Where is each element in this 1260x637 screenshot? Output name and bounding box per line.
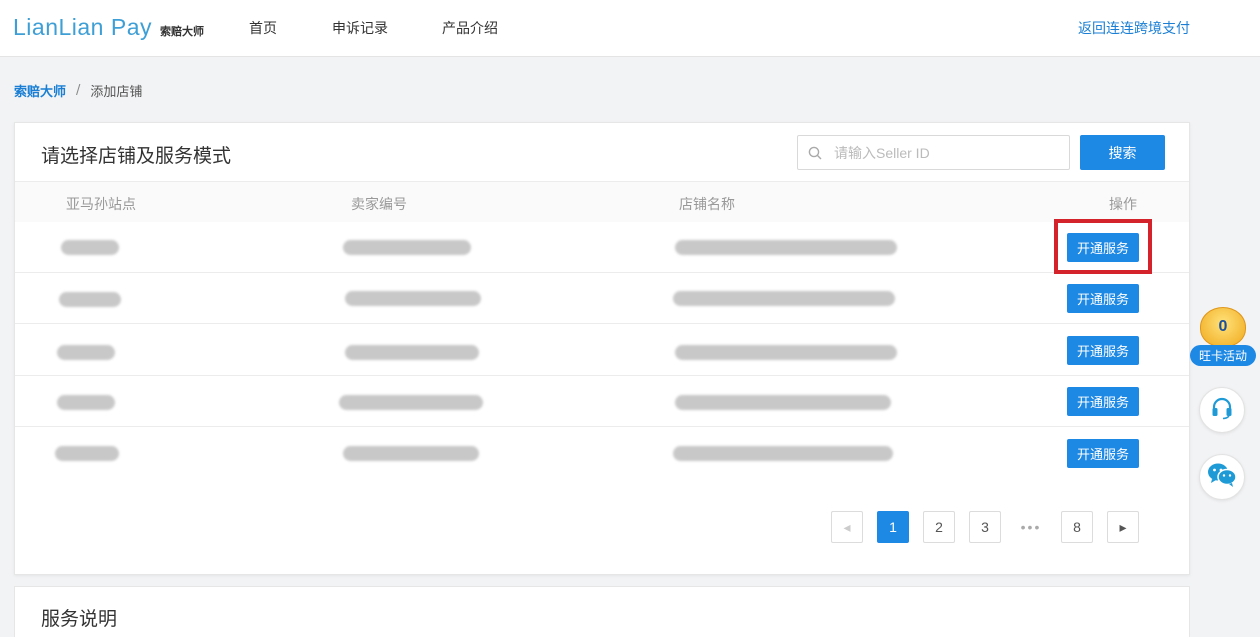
top-bar: LianLian Pay 索赔大师 首页 申诉记录 产品介绍 返回连连跨境支付 (0, 0, 1260, 57)
table-header: 亚马孙站点 卖家编号 店铺名称 操作 (15, 181, 1189, 222)
table-row: 开通服务 (15, 376, 1189, 427)
redacted-store-name (673, 291, 895, 306)
promo-label[interactable]: 旺卡活动 (1190, 345, 1256, 366)
headset-icon (1210, 396, 1234, 424)
open-service-button[interactable]: 开通服务 (1067, 284, 1139, 313)
nav-appeal-records[interactable]: 申诉记录 (332, 18, 388, 38)
table-row: 开通服务 (15, 325, 1189, 376)
breadcrumb-root[interactable]: 索赔大师 (14, 81, 66, 100)
service-description-panel: 服务说明 (14, 586, 1190, 637)
column-header-site: 亚马孙站点 (66, 197, 136, 213)
open-service-button[interactable]: 开通服务 (1067, 233, 1139, 262)
redacted-store-name (675, 240, 897, 255)
redacted-seller-id (343, 240, 471, 255)
pagination-page-last[interactable]: 8 (1061, 511, 1093, 543)
service-description-title: 服务说明 (41, 608, 118, 630)
promo-badge-text: 0 (1218, 318, 1228, 335)
breadcrumb-separator: / (76, 83, 81, 98)
column-header-seller-id: 卖家编号 (351, 197, 407, 213)
breadcrumb: 索赔大师 / 添加店铺 (14, 81, 142, 100)
search-button[interactable]: 搜索 (1080, 135, 1165, 170)
nav-product-intro[interactable]: 产品介绍 (442, 18, 498, 38)
breadcrumb-current: 添加店铺 (90, 85, 143, 100)
search-box[interactable] (797, 135, 1070, 170)
panel-title: 请选择店铺及服务模式 (41, 145, 232, 167)
open-service-button[interactable]: 开通服务 (1067, 439, 1139, 468)
redacted-site (59, 292, 121, 307)
logo-text: LianLian Pay (13, 14, 152, 40)
table-row: 开通服务 (15, 222, 1189, 273)
redacted-seller-id (345, 345, 479, 360)
customer-support-button[interactable] (1199, 387, 1245, 433)
search-icon (808, 146, 822, 160)
pagination-page-1[interactable]: 1 (877, 511, 909, 543)
return-link[interactable]: 返回连连跨境支付 (1078, 18, 1190, 38)
promo-widget[interactable]: 0 旺卡活动 (1188, 305, 1258, 367)
redacted-site (55, 446, 119, 461)
wechat-icon (1207, 462, 1237, 492)
redacted-seller-id (343, 446, 479, 461)
logo-subtitle: 索赔大师 (160, 25, 204, 38)
column-header-action: 操作 (1109, 197, 1137, 213)
table-row: 开通服务 (15, 273, 1189, 324)
redacted-site (57, 395, 115, 410)
pagination-next[interactable]: ▸ (1107, 511, 1139, 543)
nav-home[interactable]: 首页 (249, 18, 277, 38)
redacted-store-name (675, 395, 891, 410)
promo-badge-icon: 0 (1200, 307, 1246, 347)
redacted-site (61, 240, 119, 255)
wechat-button[interactable] (1199, 454, 1245, 500)
store-selection-panel: 请选择店铺及服务模式 搜索 亚马孙站点 卖家编号 店铺名称 操作 开通服务 开通… (14, 122, 1190, 575)
redacted-store-name (675, 345, 897, 360)
pagination-prev[interactable]: ◂ (831, 511, 863, 543)
redacted-site (57, 345, 115, 360)
logo[interactable]: LianLian Pay 索赔大师 (13, 14, 204, 42)
pagination-page-2[interactable]: 2 (923, 511, 955, 543)
redacted-seller-id (345, 291, 481, 306)
pagination-ellipsis: ••• (1015, 511, 1047, 543)
redacted-store-name (673, 446, 893, 461)
pagination-page-3[interactable]: 3 (969, 511, 1001, 543)
open-service-button[interactable]: 开通服务 (1067, 387, 1139, 416)
redacted-seller-id (339, 395, 483, 410)
open-service-button[interactable]: 开通服务 (1067, 336, 1139, 365)
seller-id-input[interactable] (834, 144, 1054, 161)
table-row: 开通服务 (15, 428, 1189, 479)
column-header-store-name: 店铺名称 (679, 197, 735, 213)
